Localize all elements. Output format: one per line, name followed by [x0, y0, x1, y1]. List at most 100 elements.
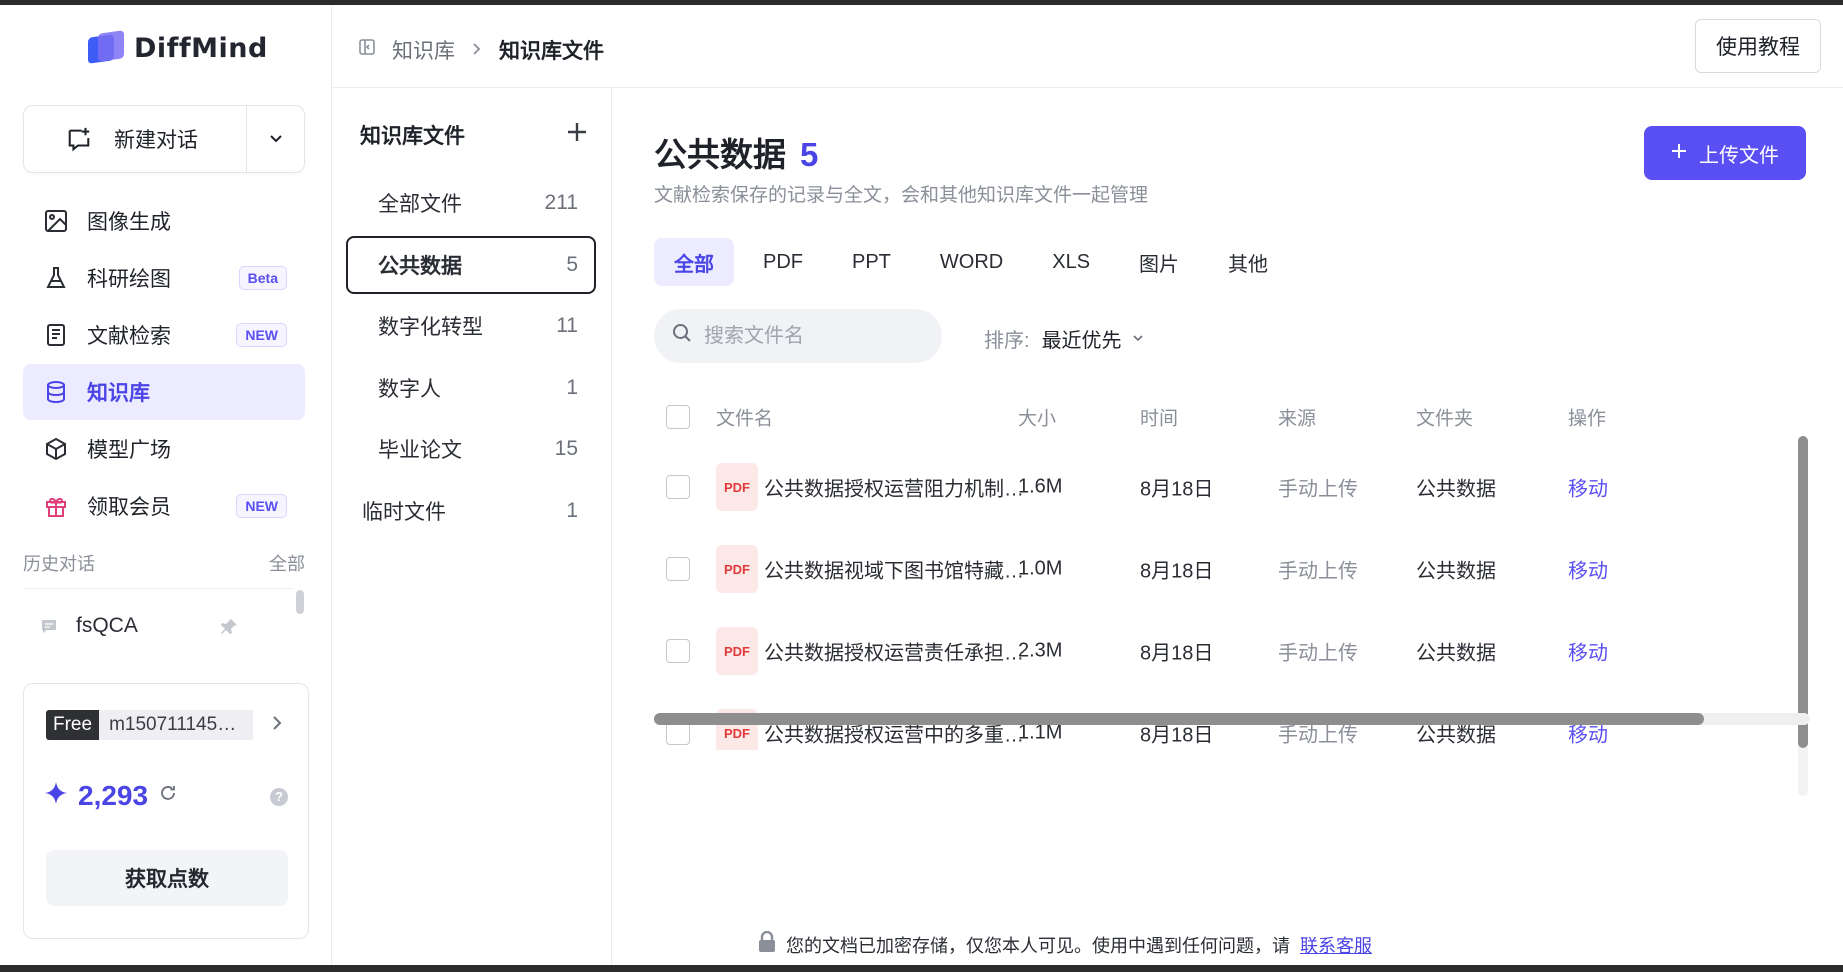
left-sidebar: DiffMind 新建对话 图像生成 科研绘图 Beta 文献检索 NEW 知识…	[0, 5, 332, 965]
kb-folder-digital-human[interactable]: 数字人 1	[346, 359, 596, 417]
kb-folder-label: 数字人	[378, 377, 441, 401]
tutorial-button[interactable]: 使用教程	[1695, 19, 1821, 73]
sort-label: 排序:	[984, 330, 1030, 352]
flask-icon	[43, 265, 69, 291]
pdf-file-icon: PDF	[716, 545, 758, 593]
kb-header-title: 知识库文件	[360, 125, 465, 148]
pin-icon[interactable]	[219, 617, 239, 643]
breadcrumb-root[interactable]: 知识库	[392, 35, 455, 65]
select-all-checkbox[interactable]	[666, 405, 690, 429]
history-header: 历史对话 全部	[23, 550, 305, 576]
new-badge: NEW	[236, 323, 287, 347]
file-type-tabs: 全部 PDF PPT WORD XLS 图片 其他	[654, 238, 1297, 286]
pdf-file-icon: PDF	[716, 463, 758, 511]
move-action[interactable]: 移动	[1568, 473, 1608, 502]
breadcrumb: 知识库 知识库文件	[358, 35, 604, 65]
file-content: 公共数据 5 文献检索保存的记录与全文，会和其他知识库文件一起管理 上传文件 全…	[612, 88, 1843, 965]
sparkle-icon	[44, 781, 68, 811]
file-count: 5	[800, 136, 819, 173]
file-size: 1.6M	[1018, 475, 1063, 498]
main-area: 知识库 知识库文件 使用教程 知识库文件 全部文件 211 公共数据 5 数字化…	[332, 5, 1843, 965]
kb-folder-count: 15	[554, 437, 578, 460]
col-filename: 文件名	[716, 408, 774, 430]
add-folder-icon[interactable]	[566, 121, 588, 149]
history-title: 历史对话	[23, 554, 95, 574]
file-date: 8月18日	[1140, 642, 1214, 665]
sort-dropdown[interactable]: 最近优先	[1042, 324, 1144, 353]
account-card: Free m15071114570... 2,293 ? 获取点数	[23, 683, 309, 939]
kb-folder-temp[interactable]: 临时文件 1	[346, 482, 596, 540]
document-icon	[43, 322, 69, 348]
tab-other[interactable]: 其他	[1208, 238, 1288, 286]
page-title: 公共数据 5	[654, 128, 818, 176]
kb-folder-digital-transformation[interactable]: 数字化转型 11	[346, 297, 596, 355]
row-checkbox[interactable]	[666, 557, 690, 581]
beta-badge: Beta	[238, 266, 287, 290]
nav-item-model-plaza[interactable]: 模型广场	[23, 421, 305, 477]
tab-word[interactable]: WORD	[920, 238, 1023, 286]
file-source: 手动上传	[1278, 642, 1358, 665]
table-row[interactable]: PDF 公共数据授权运营阻力机制与... 1.6M 8月18日 手动上传 公共数…	[654, 446, 1810, 528]
username: m15071114570...	[99, 710, 254, 740]
tab-image[interactable]: 图片	[1119, 238, 1199, 286]
file-table: 文件名 大小 时间 来源 文件夹 操作 PDF 公共数据授权运营阻力机制与...…	[654, 388, 1810, 750]
tab-all[interactable]: 全部	[654, 238, 734, 286]
new-badge: NEW	[236, 494, 287, 518]
help-icon[interactable]: ?	[270, 788, 288, 806]
file-name[interactable]: 公共数据视域下图书馆特藏资...	[764, 555, 1036, 584]
tab-pdf[interactable]: PDF	[743, 238, 823, 286]
chevron-right-icon[interactable]	[270, 714, 284, 737]
history-scrollbar[interactable]	[296, 590, 304, 614]
table-row[interactable]: PDF 公共数据授权运营责任承担机... 2.3M 8月18日 手动上传 公共数…	[654, 610, 1810, 692]
kb-folder-count: 1	[566, 498, 578, 522]
table-header: 文件名 大小 时间 来源 文件夹 操作	[654, 388, 1810, 446]
sidebar-toggle-icon[interactable]	[358, 38, 376, 62]
nav-item-membership[interactable]: 领取会员 NEW	[23, 478, 305, 534]
refresh-icon[interactable]	[158, 783, 178, 809]
new-chat-dropdown[interactable]	[246, 106, 304, 172]
new-chat-icon	[66, 126, 92, 152]
account-row[interactable]: Free m15071114570...	[46, 710, 254, 740]
col-source: 来源	[1278, 408, 1317, 430]
table-row[interactable]: PDF 公共数据视域下图书馆特藏资... 1.0M 8月18日 手动上传 公共数…	[654, 528, 1810, 610]
get-points-button[interactable]: 获取点数	[46, 850, 288, 906]
upload-file-button[interactable]: 上传文件	[1644, 126, 1806, 180]
row-checkbox[interactable]	[666, 639, 690, 663]
contact-support-link[interactable]: 联系客服	[1300, 932, 1372, 958]
nav-item-image-gen[interactable]: 图像生成	[23, 193, 305, 249]
file-name[interactable]: 公共数据授权运营责任承担机...	[764, 637, 1036, 666]
history-item[interactable]: fsQCA	[36, 613, 246, 639]
brand-logo[interactable]: DiffMind	[88, 30, 268, 66]
kb-folder-public-data[interactable]: 公共数据 5	[346, 235, 596, 294]
nav-label: 图像生成	[87, 211, 171, 234]
table-vertical-scrollbar[interactable]	[1798, 436, 1808, 748]
kb-folder-count: 5	[566, 252, 578, 276]
kb-folder-all[interactable]: 全部文件 211	[346, 174, 596, 232]
nav-label: 文献检索	[87, 325, 171, 348]
chevron-down-icon	[269, 128, 283, 151]
table-horizontal-scrollbar[interactable]	[654, 713, 1704, 725]
kb-folder-list: 全部文件 211 公共数据 5 数字化转型 11 数字人 1 毕业论文 15 临…	[346, 174, 596, 543]
move-action[interactable]: 移动	[1568, 555, 1608, 584]
kb-folder-label: 临时文件	[362, 500, 446, 524]
kb-folder-thesis[interactable]: 毕业论文 15	[346, 420, 596, 478]
search-input[interactable]	[704, 324, 914, 348]
top-bar: 知识库 知识库文件 使用教程	[332, 5, 1843, 88]
history-item-label: fsQCA	[76, 614, 138, 637]
nav-item-knowledge-base[interactable]: 知识库	[23, 364, 305, 420]
points-value: 2,293	[78, 780, 149, 811]
tab-ppt[interactable]: PPT	[832, 238, 911, 286]
row-checkbox[interactable]	[666, 475, 690, 499]
file-name[interactable]: 公共数据授权运营阻力机制与...	[764, 473, 1036, 502]
page-title-text: 公共数据	[654, 136, 786, 173]
footer-text: 您的文档已加密存储，仅您本人可见。使用中遇到任何问题，请	[786, 935, 1290, 956]
new-chat-button[interactable]: 新建对话	[24, 106, 246, 172]
tab-xls[interactable]: XLS	[1032, 238, 1110, 286]
move-action[interactable]: 移动	[1568, 637, 1608, 666]
nav-item-sci-drawing[interactable]: 科研绘图 Beta	[23, 250, 305, 306]
sort-control: 排序: 最近优先	[984, 324, 1144, 353]
nav-label: 模型广场	[87, 439, 171, 462]
nav-item-literature[interactable]: 文献检索 NEW	[23, 307, 305, 363]
kb-folder-count: 1	[566, 375, 578, 399]
history-all-link[interactable]: 全部	[269, 550, 305, 576]
